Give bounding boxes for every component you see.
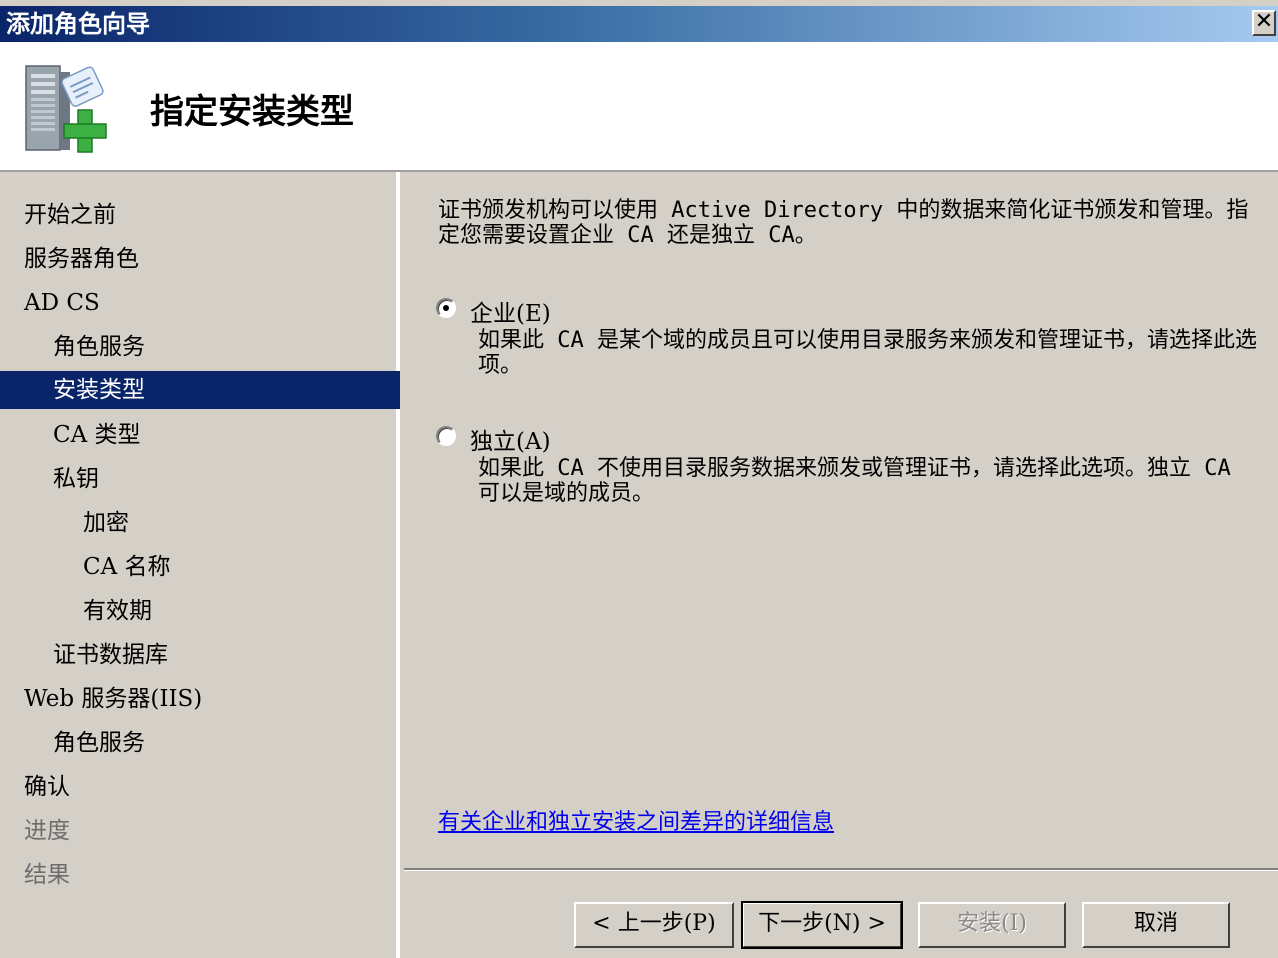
- sidebar-item-setup-type[interactable]: 安装类型: [0, 371, 400, 409]
- main-content: 证书颁发机构可以使用 Active Directory 中的数据来简化证书颁发和…: [404, 172, 1278, 868]
- close-button[interactable]: ✕: [1252, 10, 1276, 36]
- sidebar-item-certificate-database[interactable]: 证书数据库: [0, 636, 400, 674]
- sidebar-item-ca-type[interactable]: CA 类型: [0, 416, 400, 454]
- sidebar-item-before-you-begin[interactable]: 开始之前: [0, 196, 400, 234]
- next-button[interactable]: 下一步(N) >: [741, 901, 903, 949]
- sidebar-item-cryptography[interactable]: 加密: [0, 504, 400, 542]
- sidebar-item-server-roles[interactable]: 服务器角色: [0, 240, 400, 278]
- wizard-header: 指定安装类型: [0, 42, 1278, 172]
- back-button[interactable]: < 上一步(P): [574, 902, 734, 948]
- sidebar-item-iis-role-services[interactable]: 角色服务: [0, 724, 400, 762]
- cancel-button[interactable]: 取消: [1082, 902, 1230, 948]
- wizard-footer: < 上一步(P) 下一步(N) > 安装(I) 取消: [404, 868, 1278, 958]
- sidebar-item-confirmation[interactable]: 确认: [0, 768, 400, 806]
- sidebar-item-validity-period[interactable]: 有效期: [0, 592, 400, 630]
- sidebar-item-private-key[interactable]: 私钥: [0, 460, 400, 498]
- sidebar-item-web-server-iis[interactable]: Web 服务器(IIS): [0, 680, 400, 718]
- page-title: 指定安装类型: [150, 92, 354, 132]
- close-icon: ✕: [1254, 9, 1274, 34]
- more-info-link[interactable]: 有关企业和独立安装之间差异的详细信息: [438, 804, 834, 836]
- install-button: 安装(I): [918, 902, 1066, 948]
- window-title: 添加角色向导: [6, 10, 150, 38]
- sidebar-item-ca-name[interactable]: CA 名称: [0, 548, 400, 586]
- standalone-radio[interactable]: [436, 426, 456, 446]
- intro-text: 证书颁发机构可以使用 Active Directory 中的数据来简化证书颁发和…: [438, 198, 1249, 248]
- radio-selected-dot: [443, 305, 449, 311]
- enterprise-label[interactable]: 企业(E): [470, 294, 551, 328]
- standalone-label[interactable]: 独立(A): [470, 422, 551, 456]
- sidebar-item-role-services[interactable]: 角色服务: [0, 328, 400, 366]
- enterprise-radio[interactable]: [436, 298, 456, 318]
- add-roles-wizard-window: 添加角色向导 ✕ 指定安装类型 开始之前 服务器角色 AD CS 角色服务 安装…: [0, 0, 1278, 958]
- title-bar[interactable]: 添加角色向导 ✕: [0, 6, 1278, 42]
- enterprise-description: 如果此 CA 是某个域的成员且可以使用目录服务来颁发和管理证书，请选择此选项。: [478, 328, 1257, 378]
- sidebar-item-ad-cs[interactable]: AD CS: [0, 284, 400, 322]
- sidebar-item-progress: 进度: [24, 818, 70, 844]
- sidebar-item-results: 结果: [24, 862, 70, 888]
- server-add-icon: [25, 65, 107, 153]
- standalone-description: 如果此 CA 不使用目录服务数据来颁发或管理证书，请选择此选项。独立 CA 可以…: [478, 456, 1231, 506]
- wizard-steps-sidebar: 开始之前 服务器角色 AD CS 角色服务 安装类型 CA 类型 私钥 加密 C…: [0, 172, 400, 958]
